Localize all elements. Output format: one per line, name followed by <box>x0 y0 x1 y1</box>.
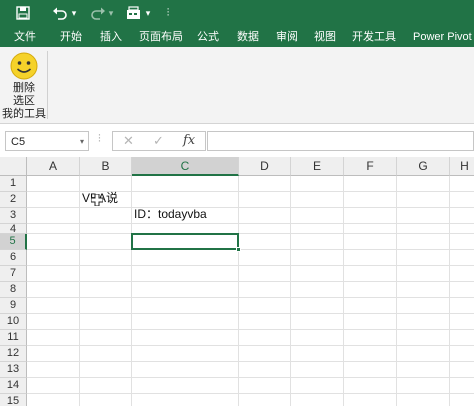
tab-view[interactable]: 视图 <box>314 27 336 47</box>
cell-c3[interactable]: ID：todayvba <box>134 206 207 222</box>
enter-icon[interactable]: ✓ <box>153 133 164 149</box>
tab-file[interactable]: 文件 <box>14 27 36 47</box>
column-header-f[interactable]: F <box>344 157 397 176</box>
formula-input[interactable] <box>207 131 474 151</box>
smiley-icon <box>10 52 38 80</box>
tab-power-pivot[interactable]: Power Pivot <box>413 27 472 47</box>
gridline <box>27 345 474 346</box>
tab-formulas[interactable]: 公式 <box>197 27 219 47</box>
gridline <box>27 249 474 250</box>
save-icon[interactable] <box>14 3 32 23</box>
delete-selection-label-1: 删除 <box>13 82 35 94</box>
column-header-e[interactable]: E <box>291 157 344 176</box>
row-header-13[interactable]: 13 <box>0 362 27 378</box>
gridline <box>79 176 80 406</box>
name-box[interactable]: C5 ▾ <box>5 131 89 151</box>
gridline <box>343 176 344 406</box>
tab-data[interactable]: 数据 <box>237 27 259 47</box>
tab-insert[interactable]: 插入 <box>100 27 122 47</box>
row-header-6[interactable]: 6 <box>0 250 27 266</box>
gridline <box>449 176 450 406</box>
redo-dropdown-icon[interactable]: ▾ <box>107 3 115 23</box>
column-header-c[interactable]: C <box>132 157 239 176</box>
column-header-d[interactable]: D <box>239 157 291 176</box>
row-header-12[interactable]: 12 <box>0 346 27 362</box>
row-header-1[interactable]: 1 <box>0 176 27 192</box>
gridline <box>27 361 474 362</box>
tab-developer[interactable]: 开发工具 <box>352 27 396 47</box>
fill-handle[interactable] <box>236 247 241 252</box>
gridline <box>131 176 132 406</box>
gridline <box>27 265 474 266</box>
ribbon-tabs: 文件 开始 插入 页面布局 公式 数据 审阅 视图 开发工具 Power Piv… <box>0 27 474 47</box>
tab-page-layout[interactable]: 页面布局 <box>139 27 183 47</box>
formula-buttons: ✕ ✓ fx <box>112 131 206 151</box>
column-header-b[interactable]: B <box>80 157 132 176</box>
gridline <box>27 393 474 394</box>
row-header-4[interactable]: 4 <box>0 224 27 235</box>
gridline <box>27 313 474 314</box>
name-box-value: C5 <box>11 136 26 148</box>
name-box-dropdown-icon[interactable]: ▾ <box>80 132 84 152</box>
tab-home[interactable]: 开始 <box>60 27 82 47</box>
select-all-corner[interactable] <box>0 157 27 176</box>
formula-bar: C5 ▾ ⫶ ✕ ✓ fx <box>0 124 474 158</box>
gridline <box>396 176 397 406</box>
undo-dropdown-icon[interactable]: ▾ <box>70 3 78 23</box>
group-separator <box>47 51 48 119</box>
column-header-a[interactable]: A <box>27 157 80 176</box>
gridline <box>290 176 291 406</box>
active-cell-c5[interactable] <box>131 233 239 250</box>
gridline <box>27 207 474 208</box>
undo-icon[interactable] <box>50 3 70 23</box>
row-header-3[interactable]: 3 <box>0 208 27 224</box>
row-header-8[interactable]: 8 <box>0 282 27 298</box>
row-header-5[interactable]: 5 <box>0 234 27 250</box>
row-header-10[interactable]: 10 <box>0 314 27 330</box>
delete-selection-label-2: 选区 <box>13 95 35 107</box>
redo-icon[interactable] <box>88 3 108 23</box>
toolbar-dropdown-icon[interactable]: ▾ <box>144 3 152 23</box>
gridline <box>238 176 239 406</box>
cursor-icon <box>91 194 103 206</box>
gridline <box>27 377 474 378</box>
title-bar: ▾ ▾ ▾ ⫶ <box>0 0 474 27</box>
gridline <box>27 281 474 282</box>
row-header-14[interactable]: 14 <box>0 378 27 394</box>
cancel-icon[interactable]: ✕ <box>123 133 134 149</box>
worksheet-grid[interactable]: A B C D E F G H 1 2 3 4 5 6 7 8 9 10 11 … <box>0 157 474 406</box>
gridline <box>27 329 474 330</box>
toolbar-icon[interactable] <box>124 3 144 23</box>
row-header-15[interactable]: 15 <box>0 394 27 406</box>
delete-selection-button[interactable]: 删除 选区 <box>4 49 44 107</box>
ribbon: 删除 选区 我的工具 <box>0 47 474 124</box>
insert-function-icon[interactable]: fx <box>183 133 195 148</box>
row-header-2[interactable]: 2 <box>0 192 27 208</box>
row-header-11[interactable]: 11 <box>0 330 27 346</box>
row-header-9[interactable]: 9 <box>0 298 27 314</box>
column-header-h[interactable]: H <box>450 157 474 176</box>
gridline <box>27 297 474 298</box>
gridline <box>27 223 474 224</box>
formula-bar-grip-icon: ⫶ <box>98 133 101 145</box>
row-header-7[interactable]: 7 <box>0 266 27 282</box>
group-label: 我的工具 <box>2 108 46 120</box>
column-header-g[interactable]: G <box>397 157 450 176</box>
customize-qat-icon[interactable]: ⫶ <box>163 3 173 23</box>
tab-review[interactable]: 审阅 <box>276 27 298 47</box>
gridline <box>27 233 474 234</box>
